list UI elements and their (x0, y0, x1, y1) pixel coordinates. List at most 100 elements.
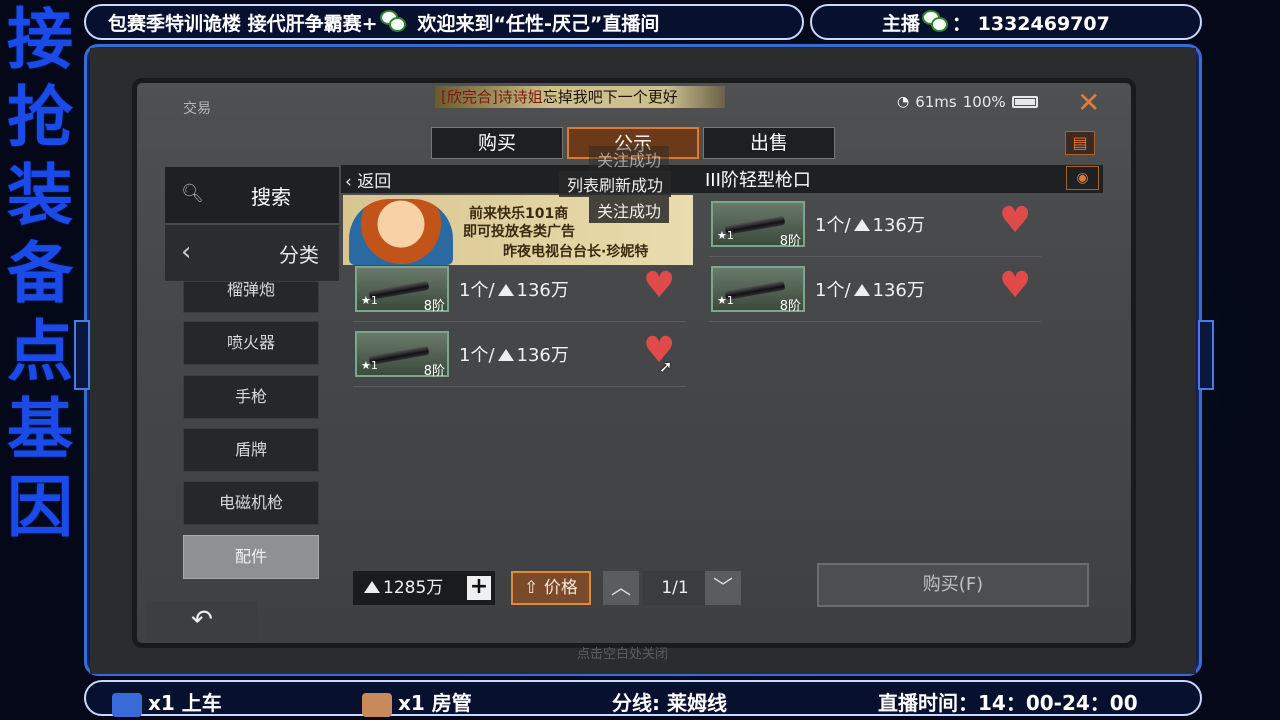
item-thumbnail: ★1 8阶 (355, 266, 449, 314)
list-title: III阶轻型枪口 (705, 166, 811, 192)
price-value: 136万 (872, 215, 925, 236)
item-price: 1个/136万 (459, 341, 569, 367)
item-star: ★1 (717, 294, 734, 307)
ad-line-3: 昨夜电视台台长·珍妮特 (503, 244, 649, 260)
toast-message: 列表刷新成功 (559, 171, 672, 197)
tab-sell[interactable]: 出售 (703, 127, 835, 159)
tab-buy[interactable]: 购买 (431, 127, 563, 159)
chevron-left-icon: ‹ (181, 237, 192, 267)
category-label: 分类 (279, 243, 319, 267)
currency-icon (853, 284, 870, 296)
toast-message: 关注成功 (589, 146, 670, 172)
sidebar-item-flamethrower[interactable]: 喷火器 (183, 321, 319, 365)
vertical-char: 接 (7, 0, 73, 78)
gift-2: x1 房管 (362, 687, 472, 717)
stream-time: 直播时间：14：00-24：00 (878, 691, 1138, 715)
sidebar-item-shield[interactable]: 盾牌 (183, 428, 319, 472)
marquee-text: 忘掉我吧下一个更好 (542, 88, 678, 106)
favorite-heart-icon[interactable]: ♥ (999, 268, 1031, 304)
wechat-icon (922, 10, 950, 34)
item-thumbnail: ★1 8阶 (355, 331, 449, 379)
title-text: 轻型枪口 (738, 170, 811, 191)
streamer-number: ： 1332469707 (952, 12, 1110, 35)
search-button[interactable]: 🔍︎ 搜索 (165, 167, 339, 223)
item-price: 1个/136万 (815, 211, 925, 237)
vertical-char: 装 (7, 156, 73, 234)
close-hint: 点击空白处关闭 (577, 647, 669, 662)
sidebar-item-grenade-launcher[interactable]: 榴弹炮 (183, 281, 319, 313)
item-card[interactable]: ★1 8阶 1个/136万 ♥ (353, 264, 685, 322)
mouse-cursor-icon: ➚ (659, 357, 673, 376)
currency-icon (497, 284, 514, 296)
price-qty: 1个/ (815, 215, 851, 236)
page-indicator: 1/1 (643, 571, 707, 605)
gift-1-text: x1 上车 (148, 691, 222, 715)
vertical-char: 基 (7, 390, 73, 468)
currency-icon (497, 349, 514, 361)
toast-message: 关注成功 (589, 197, 670, 223)
eye-icon[interactable]: ◉ (1066, 166, 1099, 190)
game-viewport: 交易 [欣完合]诗诗姐忘掉我吧下一个更好 ◔ 61ms 100% ✕ 购买 公示… (90, 48, 1196, 674)
page-down-button[interactable]: ﹀ (705, 571, 741, 605)
price-qty: 1个/ (459, 280, 495, 301)
panel-title: 交易 (183, 101, 211, 117)
item-tier: 8阶 (779, 299, 801, 314)
marquee-prefix: [欣完合]诗诗姐 (441, 88, 543, 106)
item-thumbnail: ★1 8阶 (711, 266, 805, 314)
clipboard-icon[interactable]: ▤ (1065, 131, 1095, 155)
sidebar-item-pistol[interactable]: 手枪 (183, 375, 319, 419)
item-star: ★1 (717, 229, 734, 242)
device-status: ◔ 61ms 100% (897, 93, 1038, 111)
item-star: ★1 (361, 294, 378, 307)
sort-label: 价格 (543, 578, 578, 598)
item-tier: 8阶 (423, 299, 445, 314)
ad-line-2: 即可投放各类广告 (463, 224, 575, 240)
undo-back-button[interactable]: ↶ (147, 601, 257, 641)
ad-character-image (349, 199, 453, 265)
item-thumbnail: ★1 8阶 (711, 201, 805, 249)
battery-text: 100% (962, 93, 1006, 111)
sidebar-item-railgun[interactable]: 电磁机枪 (183, 481, 319, 525)
close-icon[interactable]: ✕ (1077, 89, 1100, 117)
item-card[interactable]: ★1 8阶 1个/136万 ♥ (709, 264, 1041, 322)
wechat-icon (379, 10, 408, 34)
item-tier: 8阶 (423, 364, 445, 379)
back-label: 返回 (357, 172, 392, 192)
price-value: 136万 (872, 280, 925, 301)
search-label: 搜索 (251, 185, 291, 209)
category-toggle[interactable]: ‹ 分类 (165, 225, 339, 281)
price-value: 136万 (516, 280, 569, 301)
frame-notch-left (74, 320, 90, 390)
stream-banner-left: 包赛季特训诡楼 接代肝争霸赛+ 欢迎来到“任性-厌己”直播间 (84, 4, 804, 40)
add-money-button[interactable]: + (467, 576, 491, 600)
buy-button[interactable]: 购买(F) (817, 563, 1089, 607)
vertical-char: 备 (7, 234, 73, 312)
currency-icon (853, 219, 870, 231)
price-qty: 1个/ (459, 345, 495, 366)
favorite-heart-icon[interactable]: ♥ (643, 268, 675, 304)
back-button[interactable]: ‹ 返回 (345, 167, 391, 192)
item-price: 1个/136万 (459, 276, 569, 302)
sidebar-item-accessories[interactable]: 配件 (183, 535, 319, 579)
list-header: ‹ 返回 III阶轻型枪口 ◉ (341, 165, 1103, 193)
item-card[interactable]: ★1 8阶 1个/136万 ♥ ➚ (353, 329, 685, 387)
trade-panel: 交易 [欣完合]诗诗姐忘掉我吧下一个更好 ◔ 61ms 100% ✕ 购买 公示… (132, 78, 1136, 662)
wifi-icon: ◔ (897, 94, 910, 110)
item-tier: 8阶 (779, 234, 801, 249)
page-up-button[interactable]: ︿ (603, 571, 639, 605)
stream-bottom-bar: x1 上车 x1 房管 分线: 莱姆线 直播时间：14：00-24：00 (84, 680, 1202, 717)
favorite-heart-icon[interactable]: ♥ (999, 203, 1031, 239)
item-card[interactable]: ★1 8阶 1个/136万 ♥ (709, 199, 1041, 257)
money-display: 1285万 + (353, 571, 495, 605)
price-qty: 1个/ (815, 280, 851, 301)
gift-1: x1 上车 (112, 687, 222, 717)
battery-icon (1011, 96, 1038, 108)
stream-banner-right: 主播 ： 1332469707 (810, 4, 1202, 40)
sort-price-button[interactable]: ⇧ 价格 (511, 571, 591, 605)
gift-car-icon (112, 692, 142, 717)
vertical-char: 抢 (7, 78, 73, 156)
vertical-char: 点 (7, 312, 73, 390)
search-icon: 🔍︎ (181, 183, 204, 204)
banner-text-b: 欢迎来到“任性-厌己”直播间 (417, 12, 660, 35)
gift-2-text: x1 房管 (398, 691, 472, 715)
